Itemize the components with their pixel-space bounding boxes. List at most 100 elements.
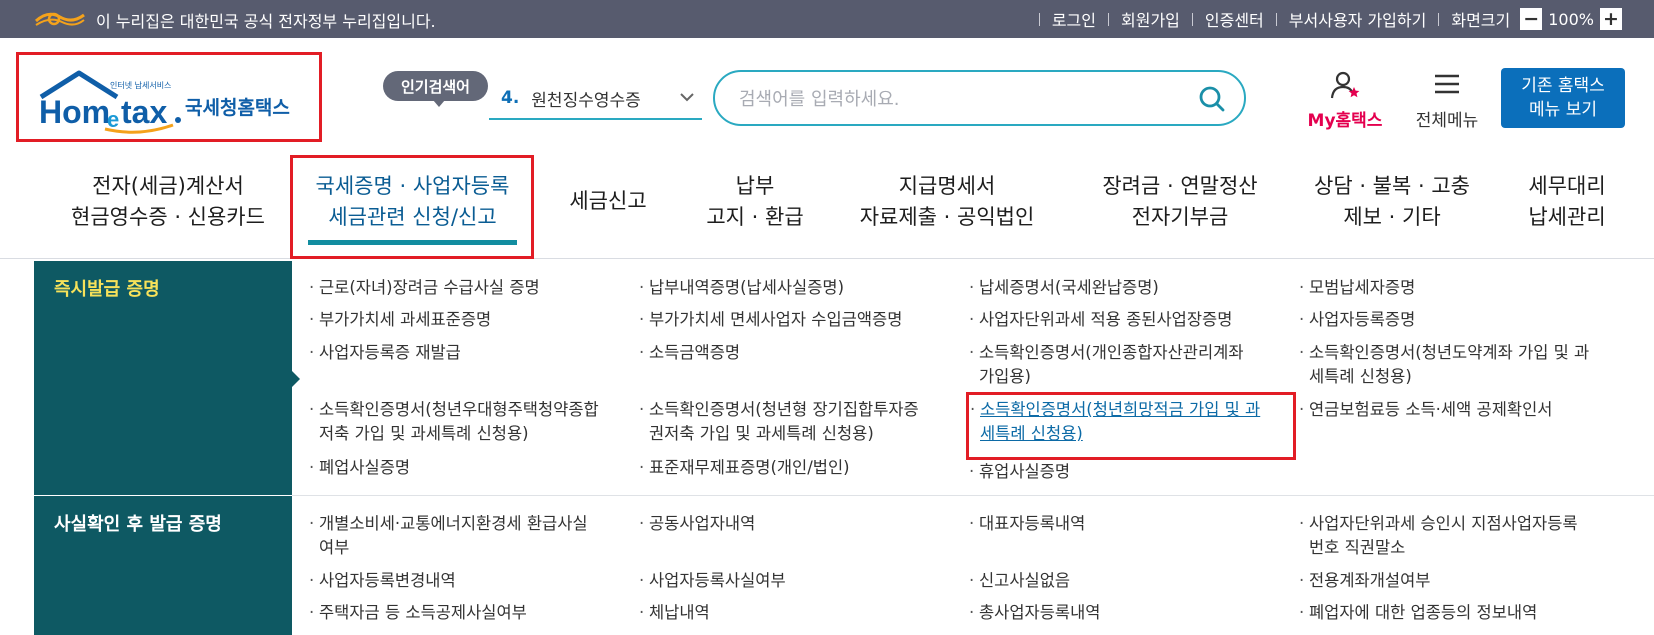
nav-e-invoice[interactable]: 전자(세금)계산서 현금영수증 · 신용카드 [58,171,278,233]
link-income-amount-cert[interactable]: 소득금액증명 [639,341,741,365]
svg-text:Hom: Hom [39,94,110,130]
search-input[interactable] [739,84,1169,114]
link-suspension-cert[interactable]: 휴업사실증명 [969,460,1070,484]
nav-payment[interactable]: 납부 고지 · 환급 [690,171,820,233]
section-title: 사실확인 후 발급 증명 [54,514,222,535]
nav-label: 전자기부금 [1131,205,1229,229]
link-income-cert-youth-leap[interactable]: 소득확인증명서(청년도약계좌 가입 및 과세특례 신청용) [1299,341,1589,389]
nav-label: 납부 [735,174,775,198]
link-text: 세특례 신청용) [1309,367,1412,386]
link-text: 대표자등록내역 [979,514,1086,533]
link-text: 사업자단위과세 적용 종된사업장증명 [979,310,1233,329]
link-dedicated-account-check[interactable]: 전용계좌개설여부 [1299,569,1431,593]
nav-label: 전자(세금)계산서 [92,174,244,198]
link-text: 소득확인증명서(청년희망적금 가입 및 과 [980,400,1261,419]
link-income-cert-youth-housing[interactable]: 소득확인증명서(청년우대형주택청약종합저축 가입 및 과세특례 신청용) [309,398,599,446]
link-text: 소득확인증명서(개인종합자산관리계좌 [979,343,1244,362]
link-financial-statement-cert[interactable]: 표준재무제표증명(개인/법인) [639,456,850,480]
nav-label: 세무대리 [1528,174,1606,198]
link-text: 총사업자등록내역 [979,603,1101,622]
login-link[interactable]: 로그인 [1052,7,1096,31]
nav-incentive-year-end[interactable]: 장려금 · 연말정산 전자기부금 [1090,171,1270,233]
link-payment-history-cert[interactable]: 납부내역증명(납세사실증명) [639,276,845,300]
link-text: 폐업자에 대한 업종등의 정보내역 [1309,603,1538,622]
link-text: 부가가치세 면세사업자 수입금액증명 [649,310,903,329]
nav-label: 국세증명 · 사업자등록 [315,174,510,198]
link-text: 연금보험료등 소득·세액 공제확인서 [1309,400,1553,419]
certificate-center-link[interactable]: 인증센터 [1205,7,1264,31]
link-housing-fund-deduction[interactable]: 주택자금 등 소득공제사실여부 [309,601,527,625]
nav-label: 자료제출 · 공익법인 [859,205,1035,229]
link-pension-deduction-cert[interactable]: 연금보험료등 소득·세액 공제확인서 [1299,398,1553,422]
link-income-cert-isa[interactable]: 소득확인증명서(개인종합자산관리계좌가입용) [969,341,1244,389]
link-vat-base-cert[interactable]: 부가가치세 과세표준증명 [309,308,491,332]
section-divider [292,495,1654,496]
search-bar [713,70,1246,126]
nav-label: 세금관련 신청/신고 [328,205,497,229]
link-no-report-fact[interactable]: 신고사실없음 [969,569,1070,593]
link-registration-reissue[interactable]: 사업자등록증 재발급 [309,341,461,365]
link-text: 사업자단위과세 승인시 지점사업자등록 [1309,514,1578,533]
nav-payment-statement[interactable]: 지급명세서 자료제출 · 공익법인 [852,171,1042,233]
link-branch-number-cancel[interactable]: 사업자단위과세 승인시 지점사업자등록번호 직권말소 [1299,512,1578,560]
link-excise-refund-check[interactable]: 개별소비세·교통에너지환경세 환급사실여부 [309,512,588,560]
e-government-logo-icon [34,12,85,26]
link-text: 개별소비세·교통에너지환경세 환급사실 [319,514,588,533]
link-arrears-history[interactable]: 체납내역 [639,601,710,625]
link-text: 소득확인증명서(청년우대형주택청약종합 [319,400,599,419]
hamburger-menu-icon [1435,74,1459,94]
link-text: 사업자등록변경내역 [319,571,456,590]
chevron-down-icon [680,93,694,102]
all-menu-button[interactable]: 전체메뉴 [1402,72,1492,131]
link-vat-exempt-income-cert[interactable]: 부가가치세 면세사업자 수입금액증명 [639,308,903,332]
zoom-in-button[interactable]: + [1600,8,1622,30]
zoom-level: 100% [1548,9,1594,29]
legacy-menu-button[interactable]: 기존 홈택스 메뉴 보기 [1501,68,1625,128]
link-text: 사업자등록사실여부 [649,571,786,590]
link-text: 번호 직권말소 [1309,538,1406,557]
nav-label: 납세관리 [1528,205,1606,229]
my-hometax-button[interactable]: My홈택스 [1300,70,1390,131]
link-text: 납부내역증명(납세사실증명) [649,278,845,297]
link-business-registration-cert[interactable]: 사업자등록증명 [1299,308,1416,332]
link-registration-fact-check[interactable]: 사업자등록사실여부 [639,569,786,593]
link-text: 사업자등록증명 [1309,310,1416,329]
dept-user-signup-link[interactable]: 부서사용자 가입하기 [1289,7,1427,31]
link-text: 소득확인증명서(청년형 장기집합투자증 [649,400,919,419]
link-income-cert-youth-hope-savings[interactable]: 소득확인증명서(청년희망적금 가입 및 과세특례 신청용) [970,398,1261,446]
hometax-logo-icon: Hom e tax [39,70,181,134]
nav-label: 현금영수증 · 신용카드 [71,205,265,229]
user-icon [1330,71,1360,99]
popular-search-term: 원천징수영수증 [531,90,641,111]
link-total-registration-history[interactable]: 총사업자등록내역 [969,601,1101,625]
link-incentive-receipt-cert[interactable]: 근로(자녀)장려금 수급사실 증명 [309,276,540,300]
section-verified-issue: 사실확인 후 발급 증명 [34,496,292,635]
link-income-cert-youth-fund[interactable]: 소득확인증명서(청년형 장기집합투자증권저축 가입 및 과세특례 신청용) [639,398,919,446]
link-text: 여부 [319,538,350,557]
nav-consultation-appeal[interactable]: 상담 · 불복 · 고충 제보 · 기타 [1302,171,1482,233]
link-joint-business-history[interactable]: 공동사업자내역 [639,512,755,536]
nav-tax-agent[interactable]: 세무대리 납세관리 [1512,171,1622,233]
link-model-taxpayer-cert[interactable]: 모범납세자증명 [1299,276,1415,300]
link-text: 전용계좌개설여부 [1309,571,1431,590]
screen-size-label: 화면크기 [1451,11,1511,30]
popular-search-select[interactable]: 4. 원천징수영수증 [489,78,702,120]
zoom-out-button[interactable]: − [1520,8,1543,30]
link-representative-history[interactable]: 대표자등록내역 [969,512,1086,536]
link-registration-change-history[interactable]: 사업자등록변경내역 [309,569,456,593]
nav-label: 제보 · 기타 [1343,205,1441,229]
popular-search-badge: 인기검색어 [383,71,488,107]
link-closure-cert[interactable]: 폐업사실증명 [309,456,410,480]
link-text: 체납내역 [649,603,710,622]
nav-certificate-registration[interactable]: 국세증명 · 사업자등록 세금관련 신청/신고 [300,171,525,233]
link-branch-workplace-cert[interactable]: 사업자단위과세 적용 종된사업장증명 [969,308,1233,332]
link-tax-clearance-cert[interactable]: 납세증명서(국세완납증명) [969,276,1159,300]
link-text: 소득금액증명 [649,343,741,362]
main-navigation: 전자(세금)계산서 현금영수증 · 신용카드 국세증명 · 사업자등록 세금관련… [0,155,1654,259]
search-icon[interactable] [1198,85,1226,113]
nav-tax-return[interactable]: 세금신고 [558,186,658,217]
hometax-logo-link[interactable]: Hom e tax 인터넷 납세서비스 국세청홈택스 [16,52,322,142]
signup-link[interactable]: 회원가입 [1121,7,1180,31]
link-closed-business-info[interactable]: 폐업자에 대한 업종등의 정보내역 [1299,601,1538,625]
link-text: 사업자등록증 재발급 [319,343,461,362]
